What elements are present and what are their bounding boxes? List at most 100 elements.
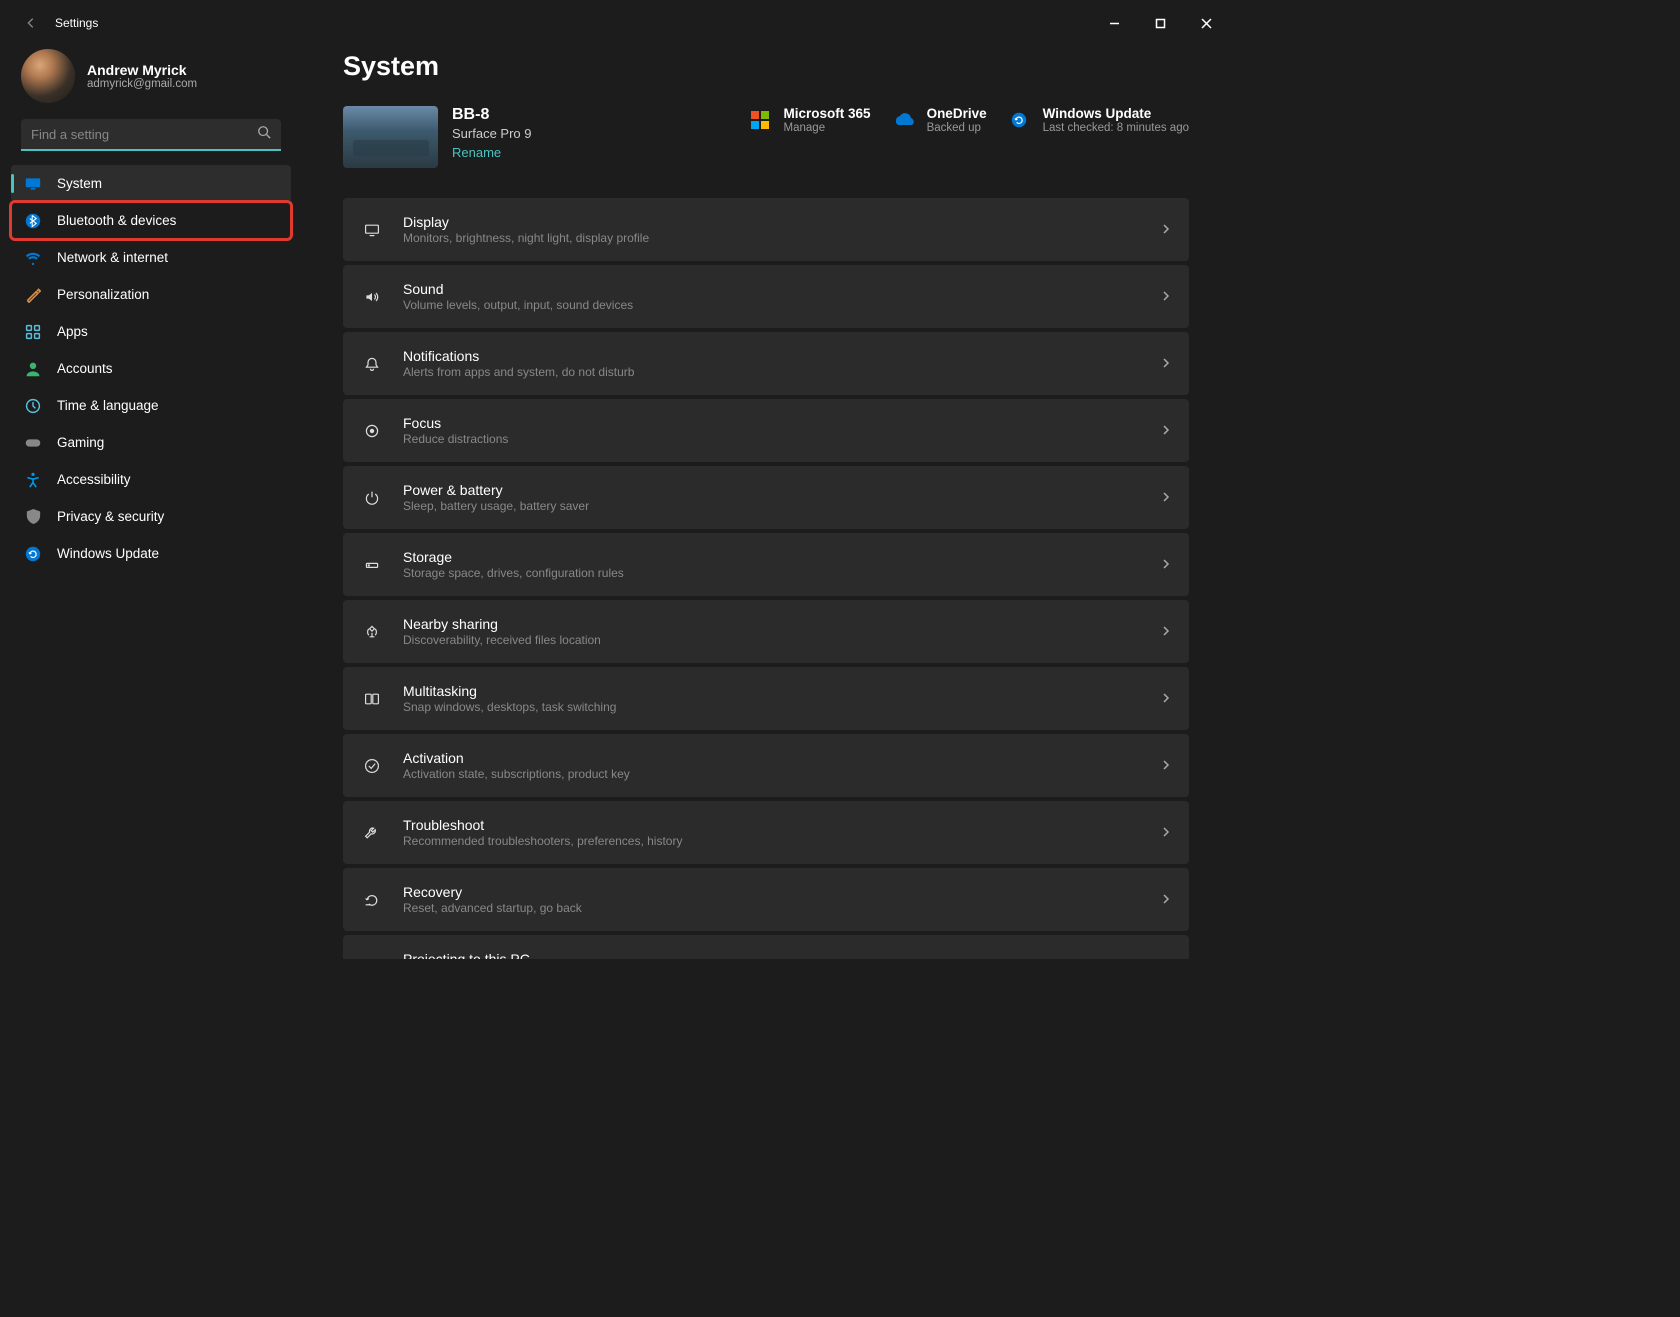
device-header: BB-8 Surface Pro 9 Rename Microsoft 365 …: [343, 106, 1189, 168]
nav-item-apps[interactable]: Apps: [11, 313, 291, 350]
nav-item-label: Personalization: [57, 287, 149, 302]
m365-icon: [746, 106, 774, 134]
row-title: Activation: [403, 750, 1161, 766]
main-content: System BB-8 Surface Pro 9 Rename Microso…: [303, 43, 1229, 959]
nav-item-label: Gaming: [57, 435, 104, 450]
focus-icon: [361, 420, 383, 442]
nav-item-accessibility[interactable]: Accessibility: [11, 461, 291, 498]
minimize-button[interactable]: [1091, 3, 1137, 43]
apps-icon: [25, 324, 41, 340]
device-thumbnail[interactable]: [343, 106, 438, 168]
status-title: OneDrive: [927, 106, 987, 121]
status-card-onedrive[interactable]: OneDrive Backed up: [889, 106, 987, 134]
storage-icon: [361, 554, 383, 576]
row-subtitle: Recommended troubleshooters, preferences…: [403, 834, 1161, 848]
chevron-right-icon: [1161, 491, 1171, 505]
row-title: Sound: [403, 281, 1161, 297]
nav-item-system[interactable]: System: [11, 165, 291, 202]
setting-row-projecting-to-this-pc[interactable]: Projecting to this PC Permissions, pairi…: [343, 935, 1189, 959]
device-model: Surface Pro 9: [452, 126, 532, 141]
settings-window: Settings Andrew Myrick admyrick@gmail.co…: [3, 3, 1229, 959]
multitasking-icon: [361, 688, 383, 710]
row-title: Focus: [403, 415, 1161, 431]
wifi-icon: [25, 250, 41, 266]
nav-item-windows-update[interactable]: Windows Update: [11, 535, 291, 572]
row-title: Notifications: [403, 348, 1161, 364]
nav-list: System Bluetooth & devices Network & int…: [3, 161, 299, 572]
nav-item-bluetooth-devices[interactable]: Bluetooth & devices: [11, 202, 291, 239]
setting-row-display[interactable]: Display Monitors, brightness, night ligh…: [343, 198, 1189, 261]
chevron-right-icon: [1161, 893, 1171, 907]
setting-row-notifications[interactable]: Notifications Alerts from apps and syste…: [343, 332, 1189, 395]
recovery-icon: [361, 889, 383, 911]
setting-row-sound[interactable]: Sound Volume levels, output, input, soun…: [343, 265, 1189, 328]
setting-row-focus[interactable]: Focus Reduce distractions: [343, 399, 1189, 462]
projecting-icon: [361, 956, 383, 960]
back-button[interactable]: [11, 3, 51, 43]
window-title: Settings: [55, 16, 98, 30]
row-subtitle: Activation state, subscriptions, product…: [403, 767, 1161, 781]
chevron-right-icon: [1161, 223, 1171, 237]
titlebar: Settings: [3, 3, 1229, 43]
row-subtitle: Storage space, drives, configuration rul…: [403, 566, 1161, 580]
status-subtitle: Last checked: 8 minutes ago: [1043, 122, 1189, 134]
power-icon: [361, 487, 383, 509]
nav-item-label: Time & language: [57, 398, 159, 413]
maximize-button[interactable]: [1137, 3, 1183, 43]
search-input[interactable]: [31, 127, 257, 142]
setting-row-storage[interactable]: Storage Storage space, drives, configura…: [343, 533, 1189, 596]
chevron-right-icon: [1161, 357, 1171, 371]
setting-row-troubleshoot[interactable]: Troubleshoot Recommended troubleshooters…: [343, 801, 1189, 864]
profile-block[interactable]: Andrew Myrick admyrick@gmail.com: [3, 43, 299, 119]
rename-link[interactable]: Rename: [452, 145, 501, 160]
row-subtitle: Snap windows, desktops, task switching: [403, 700, 1161, 714]
avatar: [21, 49, 75, 103]
brush-icon: [25, 287, 41, 303]
row-subtitle: Alerts from apps and system, do not dist…: [403, 365, 1161, 379]
row-title: Multitasking: [403, 683, 1161, 699]
nav-item-privacy-security[interactable]: Privacy & security: [11, 498, 291, 535]
row-subtitle: Monitors, brightness, night light, displ…: [403, 231, 1161, 245]
setting-row-multitasking[interactable]: Multitasking Snap windows, desktops, tas…: [343, 667, 1189, 730]
nav-item-label: Accessibility: [57, 472, 131, 487]
time-icon: [25, 398, 41, 414]
close-button[interactable]: [1183, 3, 1229, 43]
nav-item-label: Accounts: [57, 361, 113, 376]
nav-item-network-internet[interactable]: Network & internet: [11, 239, 291, 276]
row-title: Storage: [403, 549, 1161, 565]
onedrive-icon: [889, 106, 917, 134]
nav-item-label: Windows Update: [57, 546, 159, 561]
nearby-icon: [361, 621, 383, 643]
status-title: Windows Update: [1043, 106, 1189, 121]
status-subtitle: Backed up: [927, 122, 987, 134]
row-title: Troubleshoot: [403, 817, 1161, 833]
nav-item-accounts[interactable]: Accounts: [11, 350, 291, 387]
setting-row-nearby-sharing[interactable]: Nearby sharing Discoverability, received…: [343, 600, 1189, 663]
sidebar: Andrew Myrick admyrick@gmail.com System …: [3, 43, 303, 959]
troubleshoot-icon: [361, 822, 383, 844]
nav-item-gaming[interactable]: Gaming: [11, 424, 291, 461]
setting-row-recovery[interactable]: Recovery Reset, advanced startup, go bac…: [343, 868, 1189, 931]
status-card-microsoft-365[interactable]: Microsoft 365 Manage: [746, 106, 871, 134]
display-icon: [361, 219, 383, 241]
setting-row-power-battery[interactable]: Power & battery Sleep, battery usage, ba…: [343, 466, 1189, 529]
status-card-windows-update[interactable]: Windows Update Last checked: 8 minutes a…: [1005, 106, 1189, 134]
search-icon: [257, 125, 271, 144]
nav-item-label: System: [57, 176, 102, 191]
system-icon: [25, 176, 41, 192]
gaming-icon: [25, 435, 41, 451]
row-title: Projecting to this PC: [403, 951, 1161, 959]
nav-item-label: Network & internet: [57, 250, 168, 265]
nav-item-time-language[interactable]: Time & language: [11, 387, 291, 424]
chevron-right-icon: [1161, 759, 1171, 773]
profile-email: admyrick@gmail.com: [87, 78, 197, 90]
nav-item-label: Apps: [57, 324, 88, 339]
settings-list: Display Monitors, brightness, night ligh…: [343, 198, 1189, 959]
row-subtitle: Discoverability, received files location: [403, 633, 1161, 647]
chevron-right-icon: [1161, 692, 1171, 706]
setting-row-activation[interactable]: Activation Activation state, subscriptio…: [343, 734, 1189, 797]
search-box[interactable]: [21, 119, 281, 151]
accessibility-icon: [25, 472, 41, 488]
nav-item-personalization[interactable]: Personalization: [11, 276, 291, 313]
nav-item-label: Bluetooth & devices: [57, 213, 176, 228]
